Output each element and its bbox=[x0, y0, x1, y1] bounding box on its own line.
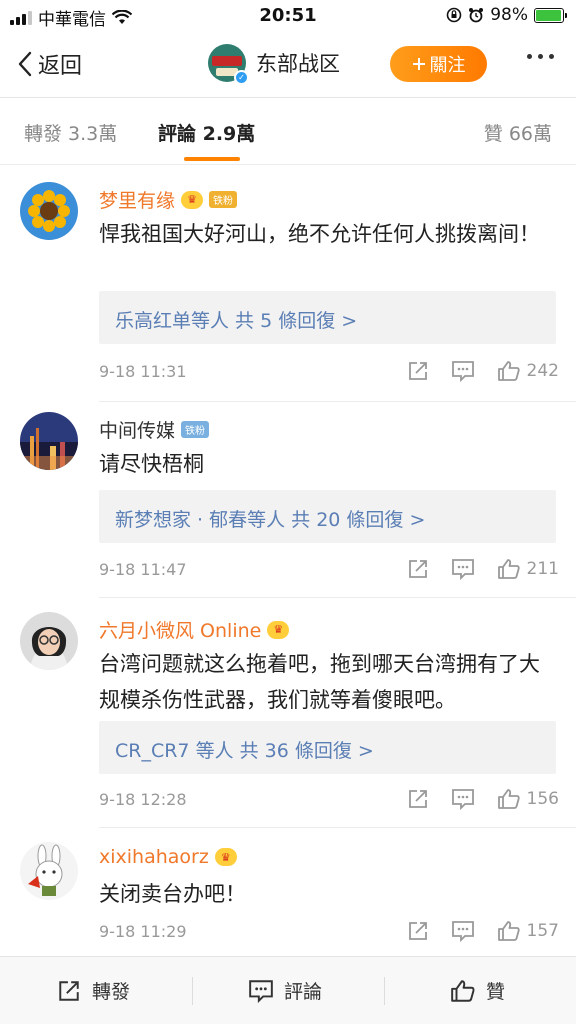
crown-icon: ♛ bbox=[214, 848, 237, 866]
like-count: 242 bbox=[526, 361, 559, 381]
battery-icon bbox=[534, 7, 567, 23]
bottom-action-bar: 轉發 評論 贊 bbox=[0, 956, 576, 1024]
battery-percent: 98% bbox=[490, 5, 528, 25]
share-icon bbox=[56, 979, 82, 1003]
like-button[interactable]: 157 bbox=[497, 920, 559, 942]
plus-icon bbox=[412, 57, 426, 71]
comment-actions: 242 bbox=[407, 360, 559, 382]
share-icon[interactable] bbox=[407, 558, 429, 580]
comment-item: xixihahaorz ♛ 关闭卖台办吧！ 9-18 11:29 157 bbox=[0, 828, 576, 956]
tab-active-indicator bbox=[184, 157, 240, 161]
comment-username[interactable]: 梦里有缘 ♛ 铁粉 bbox=[99, 186, 238, 213]
status-bar: 中華電信 20:51 98% bbox=[0, 0, 576, 32]
avatar[interactable] bbox=[20, 842, 78, 900]
comment-item: 中间传媒 铁粉 请尽快梧桐 新梦想家 · 郁春等人 共 20 條回復 > 9-1… bbox=[0, 402, 576, 598]
share-icon[interactable] bbox=[407, 360, 429, 382]
comment-text: 请尽快梧桐 bbox=[99, 452, 204, 476]
like-label: 贊 bbox=[486, 981, 506, 1003]
thumbs-up-icon bbox=[497, 921, 520, 941]
comment-time: 9-18 11:29 bbox=[99, 922, 187, 941]
thumbs-up-icon bbox=[450, 979, 476, 1003]
tab-reposts[interactable]: 轉發 3.3萬 bbox=[24, 119, 117, 146]
comment-icon bbox=[248, 979, 274, 1003]
back-label: 返回 bbox=[38, 54, 83, 79]
tab-bar: 轉發 3.3萬 評論 2.9萬 贊 66萬 bbox=[0, 99, 576, 165]
comment-username[interactable]: xixihahaorz ♛ bbox=[99, 846, 237, 868]
comment-actions: 157 bbox=[407, 920, 559, 942]
comment-button[interactable]: 評論 bbox=[248, 977, 322, 1004]
comment-time: 9-18 11:47 bbox=[99, 560, 187, 579]
comment-time: 9-18 12:28 bbox=[99, 790, 187, 809]
divider bbox=[192, 977, 193, 1005]
comment-text: 台湾问题就这么拖着吧，拖到哪天台湾拥有了大规模杀伤性武器，我们就等着傻眼吧。 bbox=[99, 652, 540, 712]
username-text: 中间传媒 bbox=[99, 420, 176, 442]
comment-text: 关闭卖台办吧！ bbox=[99, 882, 246, 906]
username-text: 梦里有缘 bbox=[99, 190, 176, 212]
crown-icon: ♛ bbox=[267, 620, 290, 639]
comment-footer: 9-18 11:47 211 bbox=[99, 558, 559, 582]
follow-button[interactable]: 關注 bbox=[390, 46, 487, 82]
reply-icon[interactable] bbox=[451, 920, 475, 942]
share-icon[interactable] bbox=[407, 788, 429, 810]
avatar[interactable] bbox=[20, 412, 78, 470]
comment-item: 六月小微风 Online ♛ 台湾问题就这么拖着吧，拖到哪天台湾拥有了大规模杀伤… bbox=[0, 598, 576, 828]
thumbs-up-icon bbox=[497, 559, 520, 579]
comment-actions: 156 bbox=[407, 788, 559, 810]
comment-actions: 211 bbox=[407, 558, 559, 580]
tab-likes[interactable]: 贊 66萬 bbox=[484, 119, 552, 146]
comment-footer: 9-18 11:31 242 bbox=[99, 360, 559, 384]
like-button[interactable]: 贊 bbox=[450, 977, 505, 1004]
account-avatar[interactable]: ✓ bbox=[208, 44, 249, 85]
more-options-icon[interactable] bbox=[527, 54, 554, 59]
username-text: 六月小微风 Online bbox=[99, 620, 262, 642]
comment-username[interactable]: 中间传媒 铁粉 bbox=[99, 416, 210, 443]
username-text: xixihahaorz bbox=[99, 846, 209, 868]
like-count: 156 bbox=[526, 789, 559, 809]
crown-icon: ♛ bbox=[181, 190, 204, 209]
comment-footer: 9-18 11:29 157 bbox=[99, 920, 559, 944]
fan-badge: 铁粉 bbox=[209, 191, 238, 208]
reply-icon[interactable] bbox=[451, 558, 475, 580]
account-header[interactable]: ✓ 东部战区 bbox=[208, 44, 340, 85]
follow-label: 關注 bbox=[429, 55, 466, 76]
status-right: 98% bbox=[446, 5, 567, 25]
avatar[interactable] bbox=[20, 182, 78, 240]
thumbs-up-icon bbox=[497, 789, 520, 809]
comment-footer: 9-18 12:28 156 bbox=[99, 788, 559, 812]
avatar[interactable] bbox=[20, 612, 78, 670]
reply-icon[interactable] bbox=[451, 360, 475, 382]
like-button[interactable]: 242 bbox=[497, 360, 559, 382]
account-name: 东部战区 bbox=[256, 52, 340, 76]
comment-username[interactable]: 六月小微风 Online ♛ bbox=[99, 616, 290, 643]
repost-button[interactable]: 轉發 bbox=[56, 977, 130, 1004]
back-button[interactable]: 返回 bbox=[18, 48, 82, 80]
repost-label: 轉發 bbox=[92, 981, 131, 1003]
comment-label: 評論 bbox=[284, 981, 323, 1003]
alarm-icon bbox=[468, 7, 484, 23]
replies-link[interactable]: 新梦想家 · 郁春等人 共 20 條回復 > bbox=[99, 490, 556, 543]
like-button[interactable]: 211 bbox=[497, 558, 559, 580]
comment-time: 9-18 11:31 bbox=[99, 362, 187, 381]
divider bbox=[384, 977, 385, 1005]
like-button[interactable]: 156 bbox=[497, 788, 559, 810]
replies-link[interactable]: 乐高红单等人 共 5 條回復 > bbox=[99, 291, 556, 344]
tab-comments[interactable]: 評論 2.9萬 bbox=[158, 119, 255, 146]
like-count: 211 bbox=[526, 559, 559, 579]
nav-bar: 返回 ✓ 东部战区 關注 bbox=[0, 32, 576, 98]
reply-icon[interactable] bbox=[451, 788, 475, 810]
replies-link[interactable]: CR_CR7 等人 共 36 條回復 > bbox=[99, 721, 556, 774]
chevron-left-icon bbox=[18, 51, 32, 77]
verified-icon: ✓ bbox=[234, 70, 249, 85]
emblem-band bbox=[212, 56, 242, 66]
fan-badge: 铁粉 bbox=[181, 421, 210, 438]
like-count: 157 bbox=[526, 921, 559, 941]
comment-item: 梦里有缘 ♛ 铁粉 悍我祖国大好河山，绝不允许任何人挑拨离间！ 乐高红单等人 共… bbox=[0, 166, 576, 402]
comment-text: 悍我祖国大好河山，绝不允许任何人挑拨离间！ bbox=[99, 222, 540, 246]
screen-lock-icon bbox=[446, 7, 462, 23]
share-icon[interactable] bbox=[407, 920, 429, 942]
thumbs-up-icon bbox=[497, 361, 520, 381]
